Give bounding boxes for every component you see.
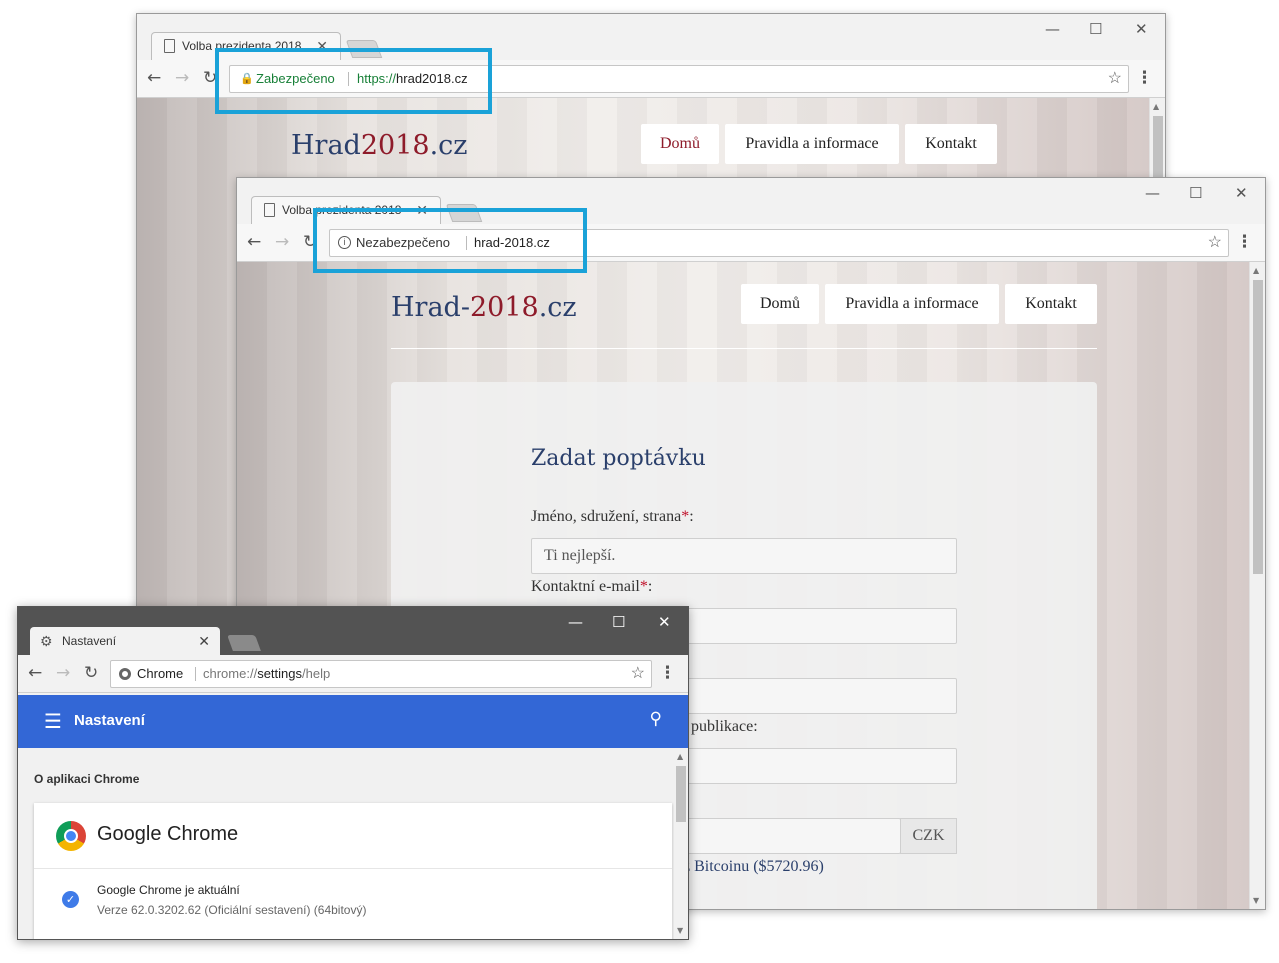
minimize-icon[interactable]: — [1145,184,1160,202]
url-scheme: chrome:// [203,666,258,681]
name-input[interactable]: Ti nejlepší. [531,538,957,574]
colon: : [689,508,694,525]
front-scrollbar[interactable]: ▲ ▼ [1249,262,1265,909]
forward-arrow-icon[interactable]: → [175,68,189,88]
scroll-up-icon[interactable]: ▲ [1253,266,1259,275]
currency-addon: CZK [900,818,957,854]
logo-part: 2018 [360,130,430,161]
scroll-down-icon[interactable]: ▼ [1253,896,1259,905]
scroll-down-icon[interactable]: ▼ [677,926,683,935]
nav-contact[interactable]: Kontakt [905,124,997,164]
chrome-logo-icon [56,821,86,851]
minimize-icon[interactable]: — [568,613,583,631]
maximize-icon[interactable]: ☐ [1089,20,1102,38]
gear-icon: ⚙ [40,633,53,649]
nav-contact[interactable]: Kontakt [1005,284,1097,324]
chrome-address-bar[interactable]: Chrome chrome://settings/help ☆ [110,660,652,688]
forward-arrow-icon[interactable]: → [275,232,289,252]
settings-scrollbar[interactable]: ▲ ▼ [674,748,688,939]
bookmark-star-icon[interactable]: ☆ [1208,230,1222,256]
back-arrow-icon[interactable]: ← [28,663,42,683]
highlight-insecure-url [313,208,587,273]
omni-label: Chrome [137,666,184,681]
settings-header-title: Nastavení [74,712,145,729]
menu-kebab-icon[interactable]: ⋮ [1136,68,1153,88]
header-divider [391,348,1097,349]
chrome-titlebar: ⚙ Nastavení ✕ — ☐ ✕ [18,607,688,655]
scroll-up-icon[interactable]: ▲ [1153,102,1159,111]
section-title: O aplikaci Chrome [34,772,140,786]
bitcoin-conversion: z Bitcoinu ($5720.96) [683,858,824,875]
close-window-icon[interactable]: ✕ [1235,184,1248,202]
check-icon: ✓ [62,891,79,908]
back-arrow-icon[interactable]: ← [147,68,161,88]
minimize-icon[interactable]: — [1045,20,1060,38]
nav-rules[interactable]: Pravidla a informace [725,124,899,164]
label-text: Jméno, sdružení, strana [531,508,682,525]
menu-kebab-icon[interactable]: ⋮ [659,663,676,683]
url-path: /help [302,666,331,681]
logo-part: .cz [538,292,577,323]
scroll-thumb[interactable] [676,766,686,822]
scroll-up-icon[interactable]: ▲ [677,752,683,761]
highlight-secure-url [215,48,492,114]
logo-part: Hrad- [391,292,470,323]
nav-rules[interactable]: Pravidla a informace [825,284,999,324]
maximize-icon[interactable]: ☐ [612,613,625,631]
site-logo[interactable]: Hrad2018.cz [291,130,468,161]
required-mark: * [681,508,690,525]
settings-tab[interactable]: ⚙ Nastavení ✕ [30,627,220,655]
back-arrow-icon[interactable]: ← [247,232,261,252]
bookmark-star-icon[interactable]: ☆ [631,661,645,687]
hamburger-menu-icon[interactable]: ☰ [44,709,62,733]
product-name: Google Chrome [97,823,239,845]
required-mark: * [639,578,648,595]
divider [34,868,672,869]
reload-icon[interactable]: ↻ [84,663,98,683]
version-text: Verze 62.0.3202.62 (Oficiální sestavení)… [97,903,367,917]
settings-content: O aplikaci Chrome Google Chrome ✓ Google… [18,748,688,939]
search-icon[interactable]: ⚲ [650,709,662,729]
url-text: chrome://settings/help [203,661,330,687]
publication-label: , publikace: [683,718,758,735]
site-logo[interactable]: Hrad-2018.cz [391,292,577,323]
nav-home[interactable]: Domů [641,124,719,164]
nav-home[interactable]: Domů [741,284,819,324]
close-window-icon[interactable]: ✕ [1135,20,1148,38]
menu-kebab-icon[interactable]: ⋮ [1236,232,1253,252]
logo-part: 2018 [469,292,539,323]
scroll-thumb[interactable] [1253,280,1263,574]
document-icon [164,39,175,53]
close-tab-icon[interactable]: ✕ [198,627,210,655]
chrome-settings-window: ⚙ Nastavení ✕ — ☐ ✕ ← → ↻ Chrome chrome:… [17,606,689,940]
maximize-icon[interactable]: ☐ [1189,184,1202,202]
close-window-icon[interactable]: ✕ [658,613,671,631]
document-icon [264,203,275,217]
update-status: Google Chrome je aktuální [97,883,240,897]
label-text: Kontaktní e-mail [531,578,640,595]
email-label: Kontaktní e-mail*: [531,578,652,596]
new-tab-button[interactable] [227,635,261,651]
logo-part: .cz [429,130,468,161]
name-label: Jméno, sdružení, strana*: [531,508,694,526]
chrome-small-icon [119,668,131,680]
form-title: Zadat poptávku [531,446,706,471]
logo-part: Hrad [291,130,361,161]
bookmark-star-icon[interactable]: ☆ [1108,66,1122,92]
divider [195,667,196,681]
url-host: settings [257,666,302,681]
settings-tab-title: Nastavení [62,634,117,648]
settings-header: ☰ Nastavení ⚲ [18,695,688,748]
about-card: Google Chrome ✓ Google Chrome je aktuáln… [34,803,672,939]
forward-arrow-icon[interactable]: → [56,663,70,683]
chrome-toolbar: ← → ↻ Chrome chrome://settings/help ☆ ⋮ [18,655,688,693]
colon: : [647,578,653,595]
